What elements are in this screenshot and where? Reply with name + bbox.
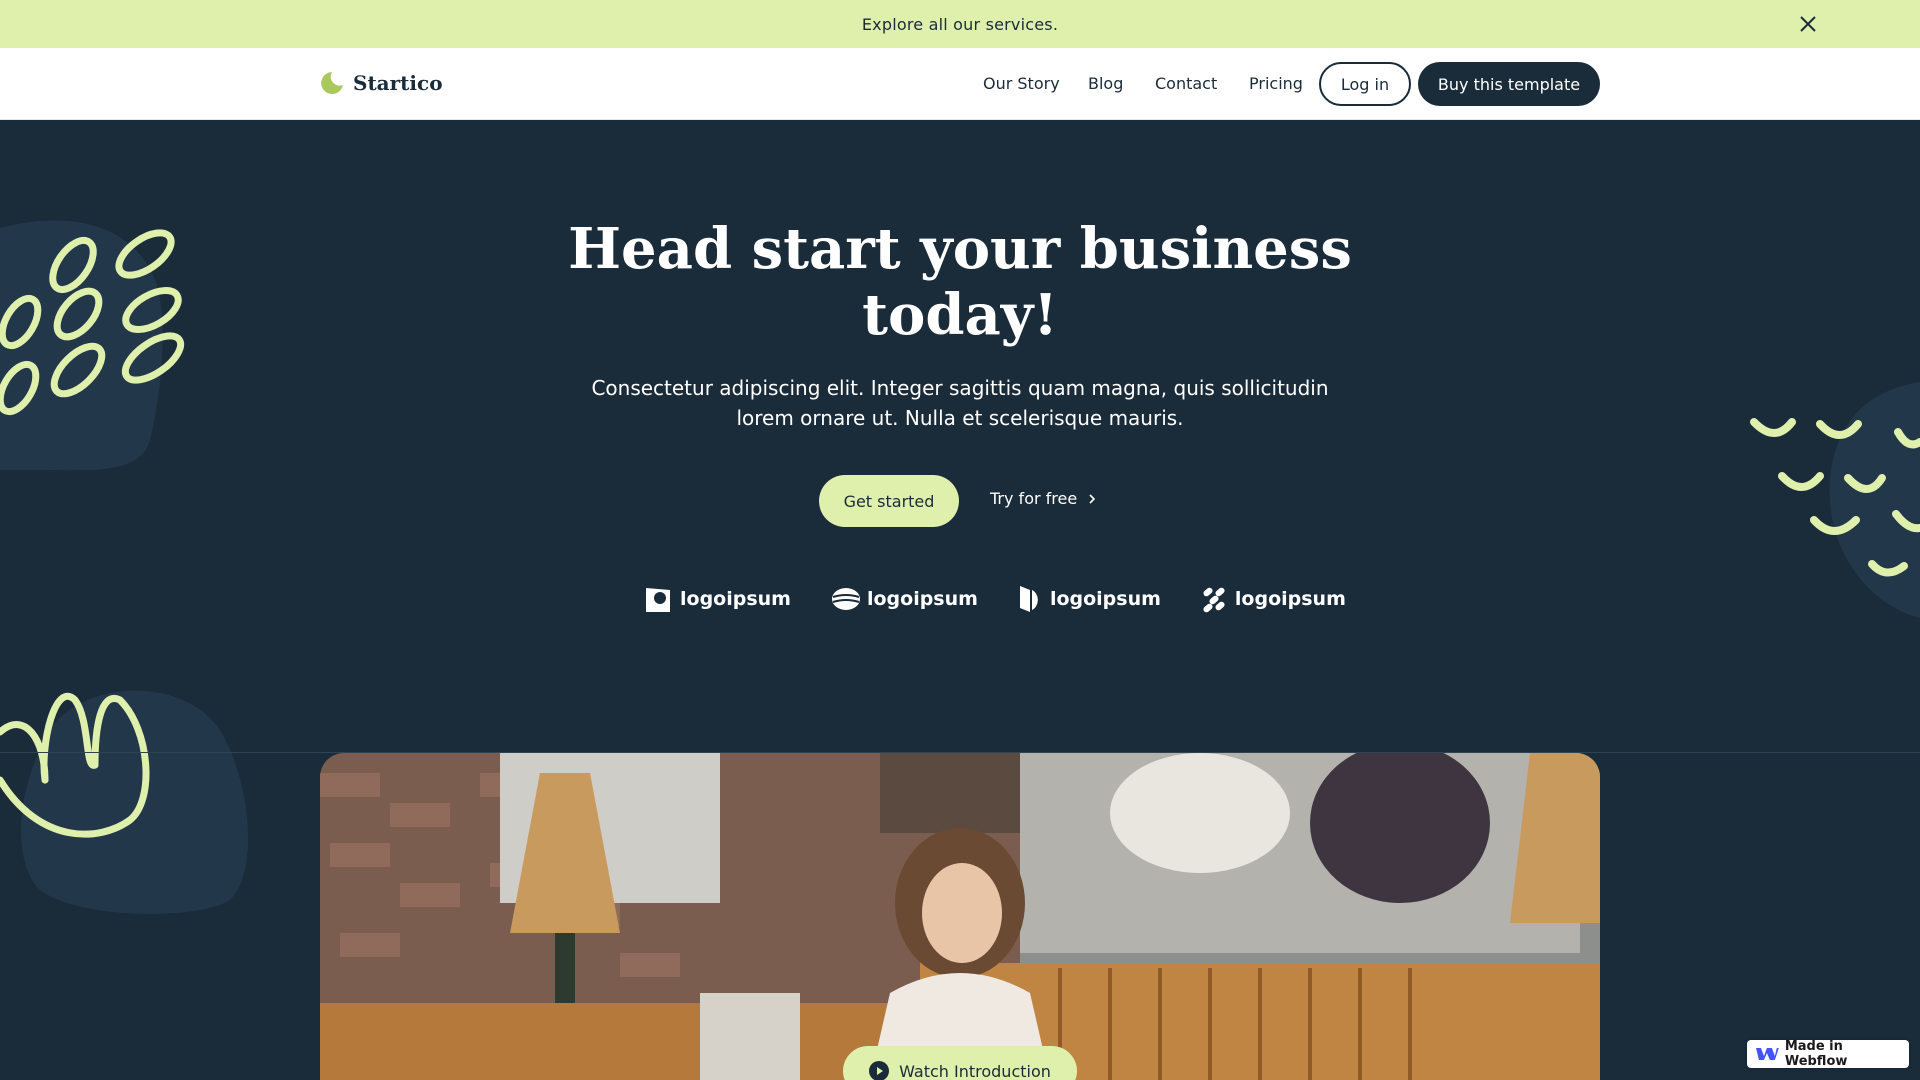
partner-logo: logoipsum	[831, 587, 978, 611]
partner-logos: logoipsum logoipsum logoipsum logoipsum	[644, 584, 1346, 614]
play-icon	[869, 1061, 890, 1080]
hero-title: Head start your business today!	[568, 216, 1352, 348]
webflow-logo-icon	[1755, 1048, 1779, 1060]
nav-link-our-story[interactable]: Our Story	[983, 74, 1060, 93]
partner-logo: logoipsum	[644, 584, 791, 614]
try-for-free-link[interactable]: Try for free	[990, 489, 1097, 508]
decorative-leaf-cluster	[0, 220, 185, 471]
nav-link-blog[interactable]: Blog	[1088, 74, 1123, 93]
try-for-free-label: Try for free	[990, 489, 1078, 508]
get-started-button[interactable]: Get started	[819, 475, 959, 527]
chevron-right-icon	[1089, 493, 1096, 504]
login-button[interactable]: Log in	[1319, 62, 1411, 106]
nav-link-contact[interactable]: Contact	[1155, 74, 1217, 93]
partner-logo-3-icon	[1019, 586, 1038, 612]
partner-logo-text: logoipsum	[1234, 588, 1346, 610]
brand-logo[interactable]: Startico	[319, 70, 443, 96]
banner-text: Explore all our services.	[861, 14, 1059, 34]
close-icon[interactable]	[1796, 12, 1820, 36]
crescent-logo-icon	[321, 72, 343, 94]
announcement-banner: Explore all our services.	[0, 0, 1920, 48]
webflow-badge-text: Made in Webflow	[1784, 1039, 1848, 1069]
nav-link-pricing[interactable]: Pricing	[1249, 74, 1303, 93]
watch-introduction-label: Watch Introduction	[899, 1061, 1051, 1080]
partner-logo-text: logoipsum	[1049, 588, 1161, 610]
hero-subtitle: Consectetur adipiscing elit. Integer sag…	[591, 376, 1329, 430]
buy-template-button[interactable]: Buy this template	[1418, 62, 1600, 106]
hero-photo-image	[320, 753, 1600, 1080]
watch-introduction-button[interactable]: Watch Introduction	[843, 1046, 1077, 1080]
brand-name: Startico	[353, 71, 443, 95]
hero-photo	[320, 753, 1600, 1080]
partner-logo: logoipsum	[1201, 585, 1346, 613]
partner-logo-text: logoipsum	[680, 588, 791, 610]
decorative-smile-cluster	[1750, 382, 1920, 618]
partner-logo-1-icon	[646, 588, 670, 612]
made-in-webflow-badge[interactable]: Made in Webflow	[1747, 1039, 1909, 1069]
partner-logo-2-icon	[831, 588, 860, 610]
decorative-swirl	[0, 690, 249, 914]
partner-logo: logoipsum	[1018, 584, 1161, 614]
partner-logo-4-icon	[1203, 587, 1225, 613]
partner-logo-text: logoipsum	[866, 588, 978, 610]
navbar: Startico Our Story Blog Contact Pricing …	[0, 48, 1920, 120]
